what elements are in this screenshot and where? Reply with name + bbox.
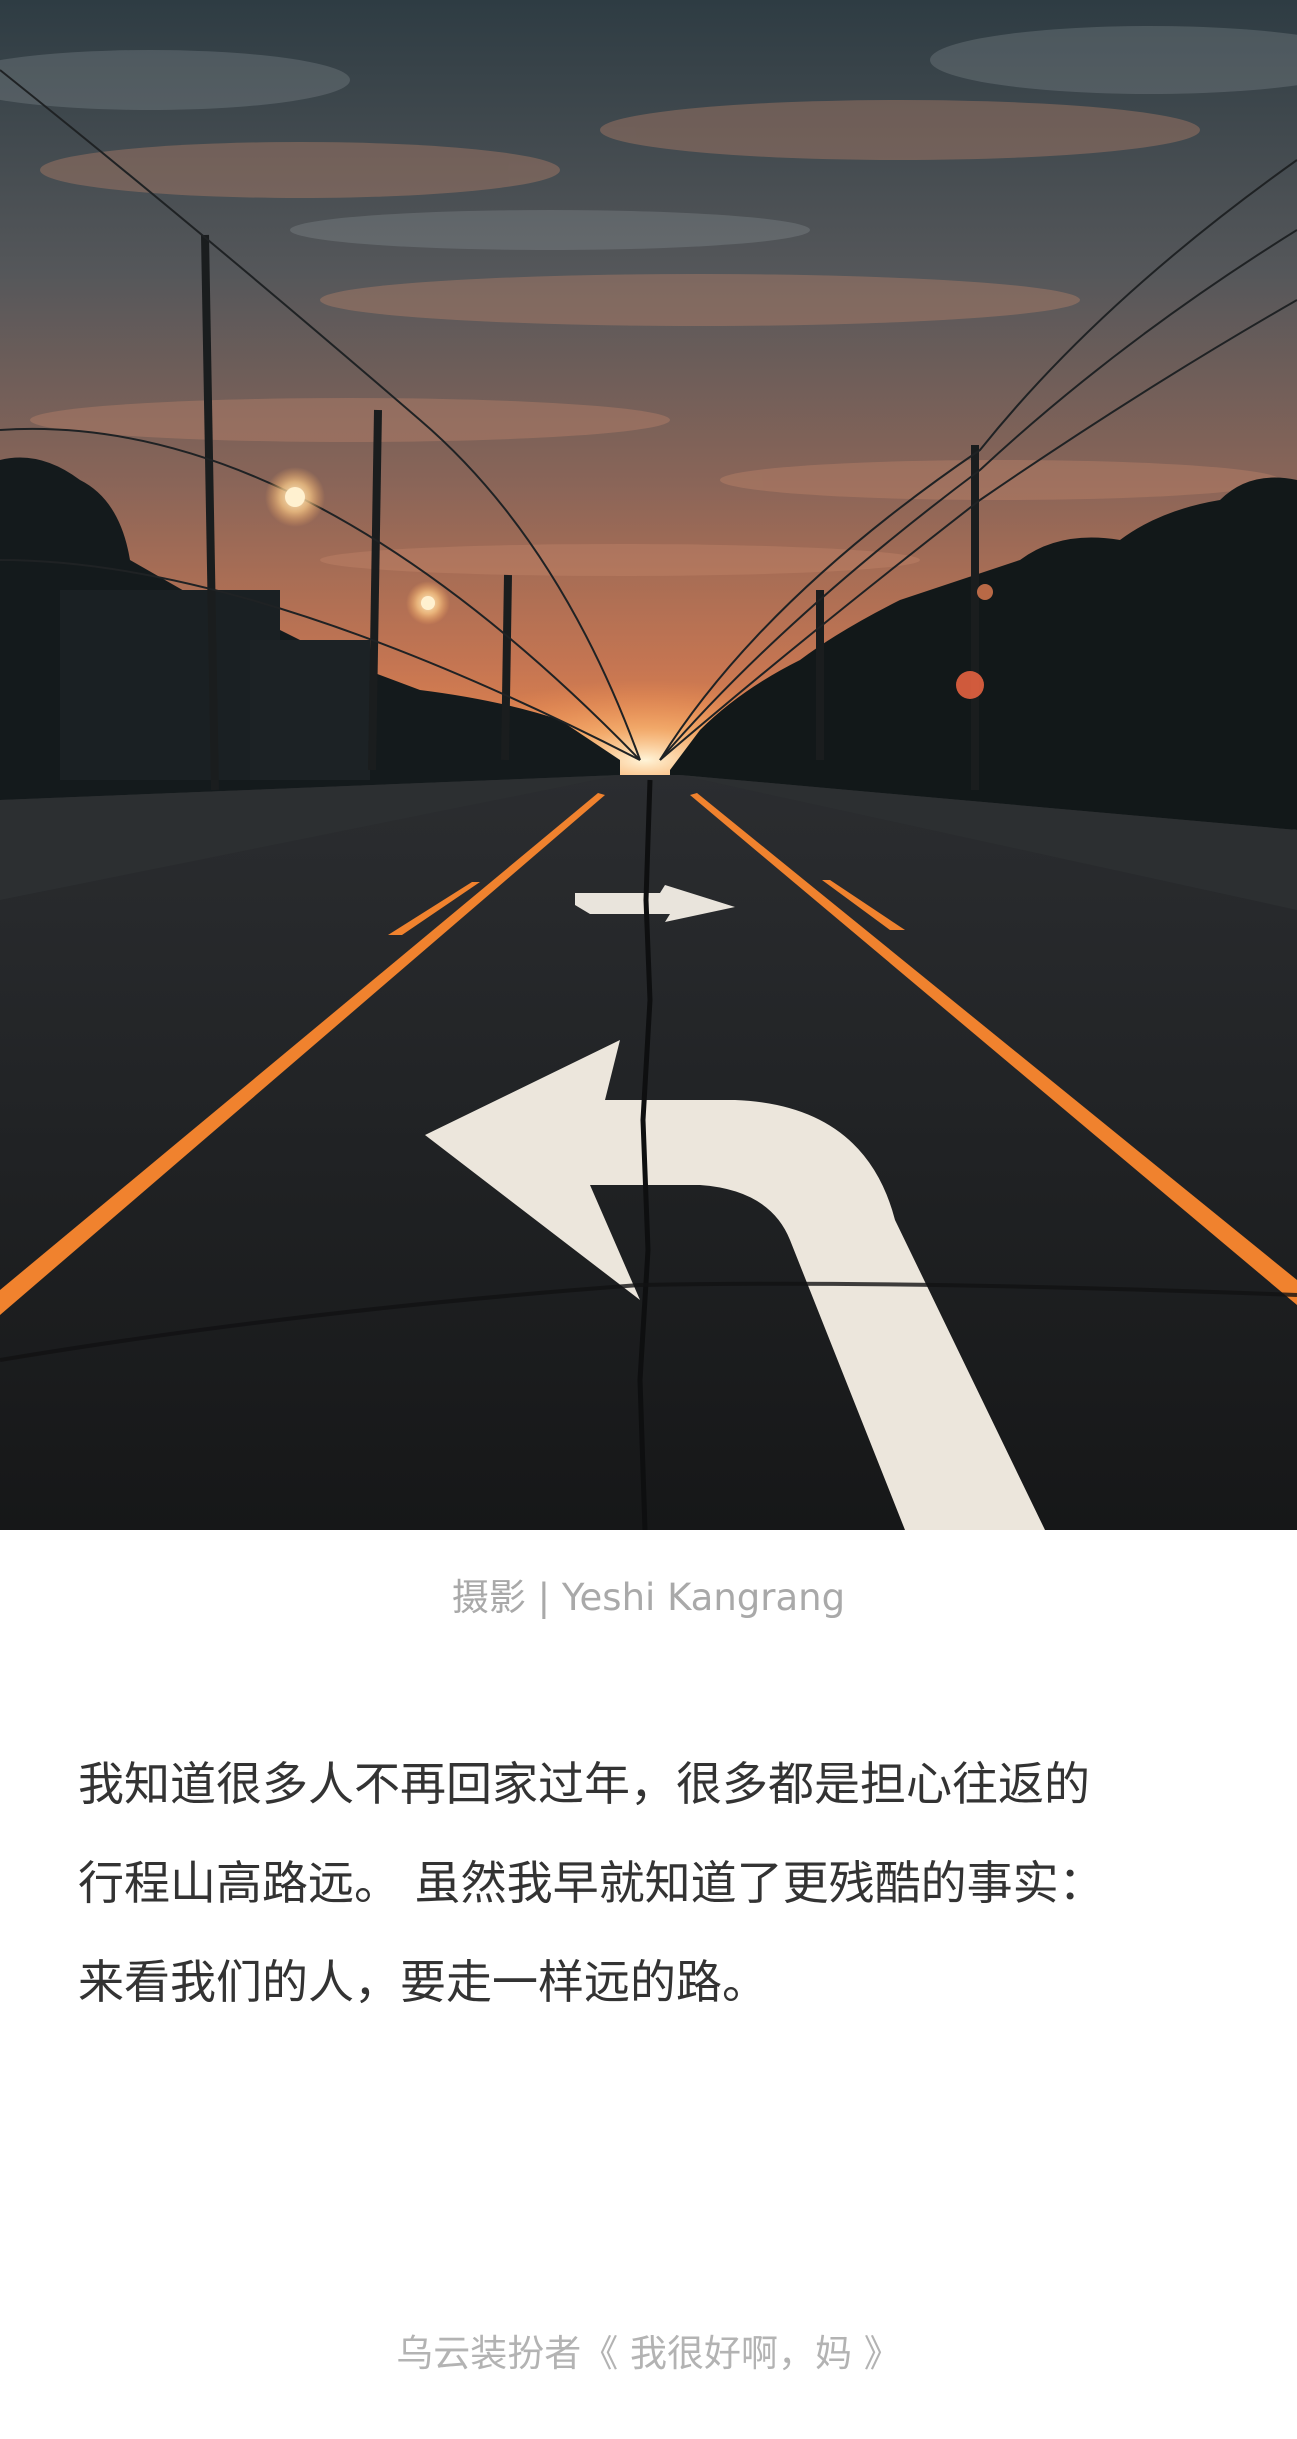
text-line: 来看我们的人，要走一样远的路。: [78, 1955, 768, 2009]
road-photo-illustration: [0, 0, 1297, 1530]
text-line: 行程山高路远。 虽然我早就知道了更残酷的事实：: [78, 1856, 1105, 1910]
photo-credit: 摄影 | Yeshi Kangrang: [451, 1576, 846, 1619]
author-signature: 乌云装扮者《 我很好啊，妈 》: [396, 2332, 901, 2375]
hero-photo: [0, 0, 1297, 1530]
text-line: 我知道很多人不再回家过年，很多都是担心往返的: [78, 1757, 1090, 1811]
article-text: 我知道很多人不再回家过年，很多都是担心往返的 行程山高路远。 虽然我早就知道了更…: [78, 1735, 1218, 2032]
